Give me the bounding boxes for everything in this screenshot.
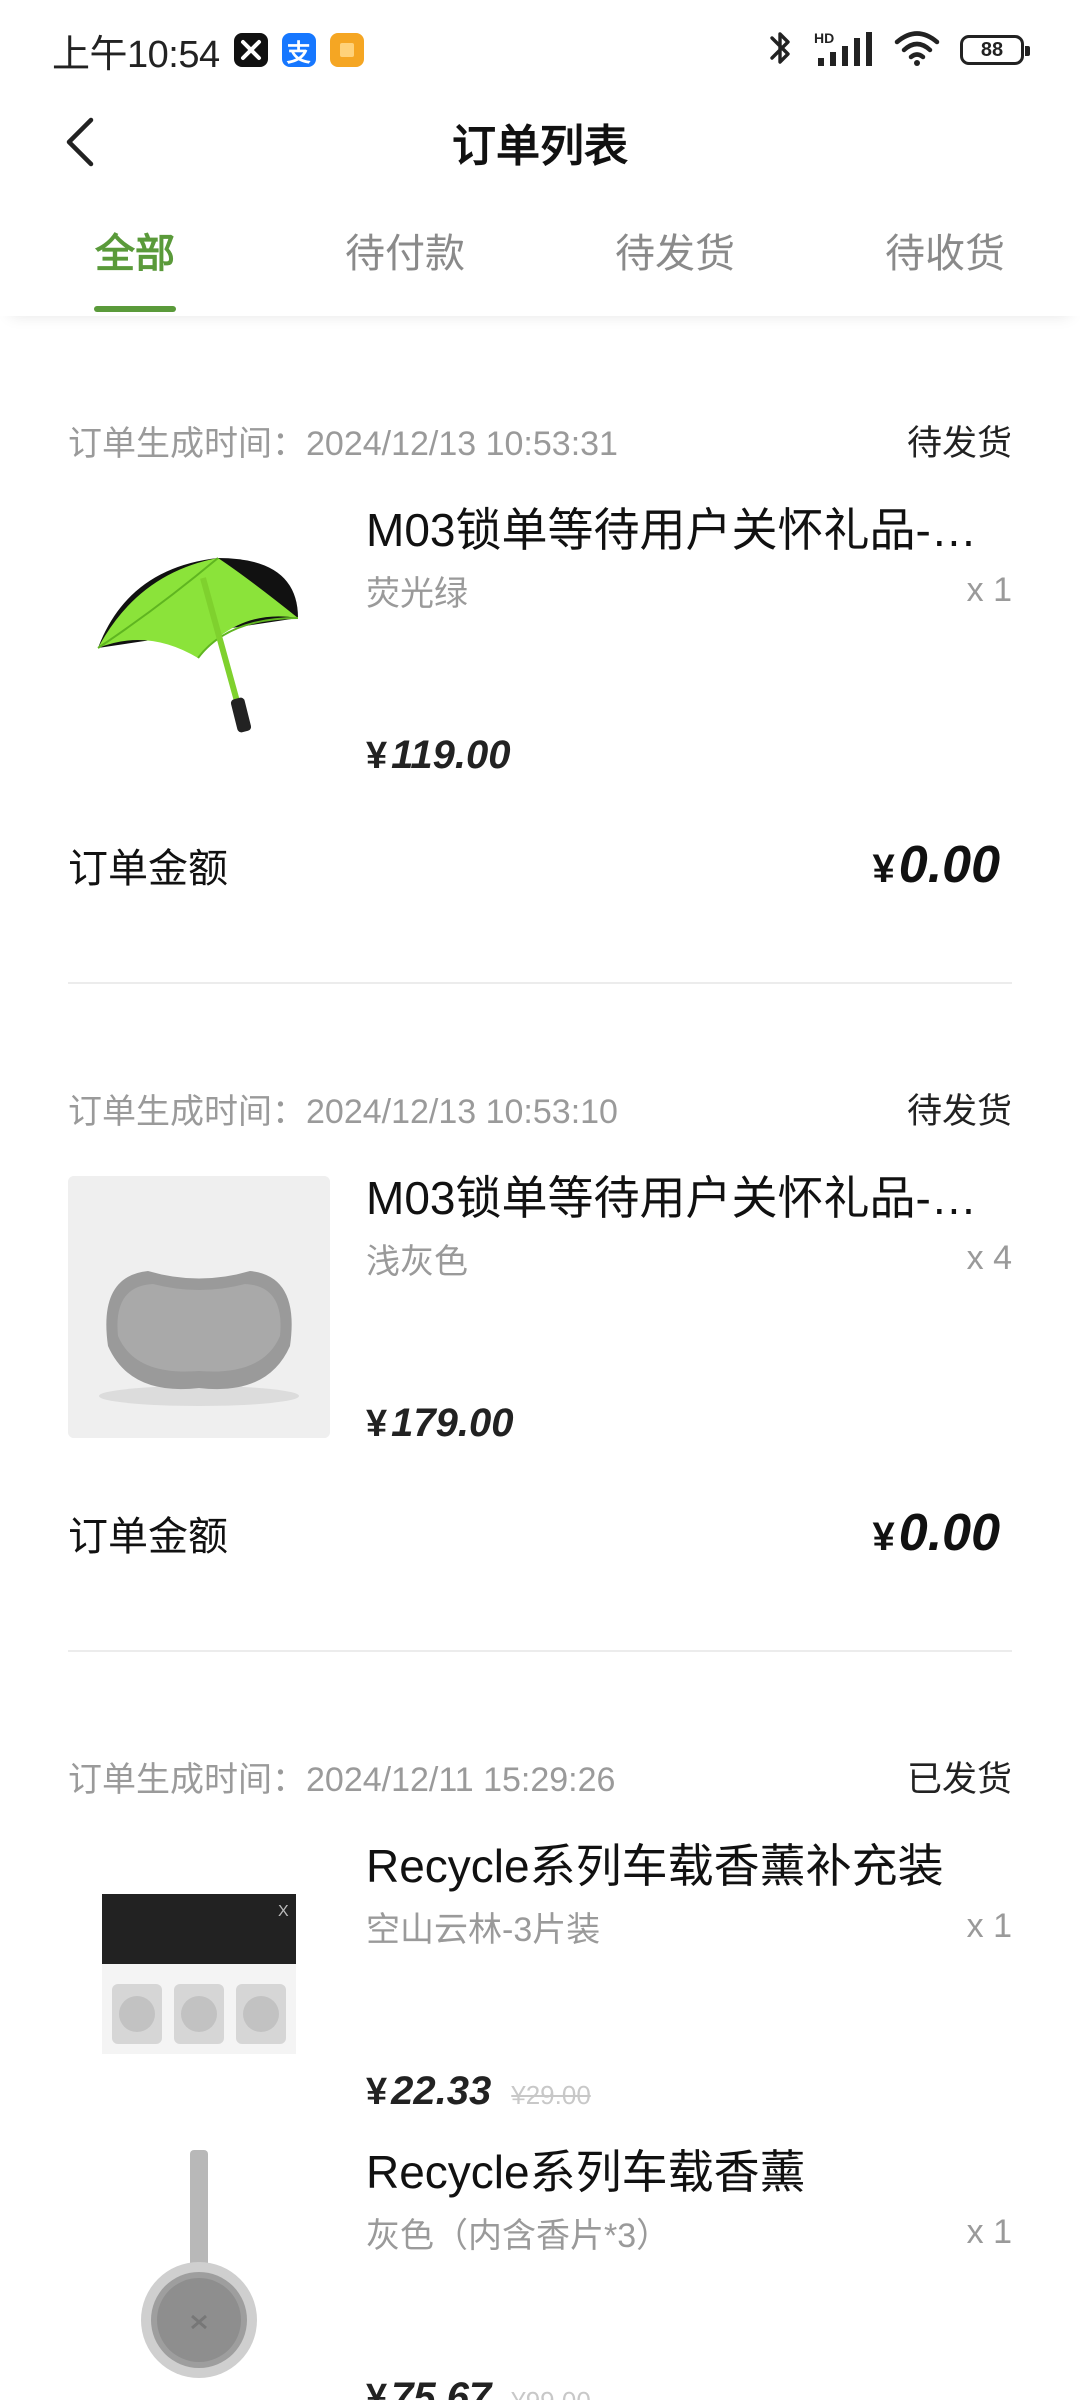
original-price: ¥99.00 xyxy=(511,2386,591,2400)
original-price: ¥29.00 xyxy=(511,2080,591,2110)
fragrance-refill-image: X xyxy=(68,1844,330,2106)
item-info: Recycle系列车载香薰补充装 空山云林-3片装 x 1 ¥22.33 ¥29… xyxy=(366,1840,1012,2113)
order-total-value: 0.00 xyxy=(898,1504,1000,1562)
tab-label: 待发货 xyxy=(615,232,735,276)
x-app-icon xyxy=(233,33,268,67)
item-name: Recycle系列车载香薰补充装 xyxy=(366,1840,944,1892)
item-price-value: 179.00 xyxy=(391,1401,514,1445)
item-spec-row: 灰色（内含香片*3） x 1 xyxy=(366,2208,1012,2257)
item-info: M03锁单等待用户关怀礼品-直柄伞 荧光绿 x 1 ¥119.00 xyxy=(366,504,1012,777)
wifi-icon xyxy=(894,29,940,72)
svg-text:X: X xyxy=(278,1903,289,1920)
page-title: 订单列表 xyxy=(452,122,628,171)
order-list: 订单生成时间：2024/12/13 10:53:31 待发货 M03锁单等待用户… xyxy=(0,316,1080,2400)
tab-pending-payment[interactable]: 待付款 xyxy=(270,184,540,316)
battery-indicator: 88 xyxy=(960,35,1030,65)
tab-pending-receipt[interactable]: 待收货 xyxy=(810,184,1080,316)
order-item[interactable]: M03锁单等待用户关怀礼品-M03头枕 浅灰色 x 4 ¥179.00 xyxy=(68,1172,1012,1445)
currency-symbol: ¥ xyxy=(366,2071,388,2113)
bluetooth-icon xyxy=(766,28,794,73)
status-bar-left: 上午10:54 支 xyxy=(52,23,364,78)
item-info: Recycle系列车载香薰 灰色（内含香片*3） x 1 ¥75.67 ¥99.… xyxy=(366,2146,1012,2400)
order-card[interactable]: 订单生成时间：2024/12/13 10:53:10 待发货 M03锁单等待用户… xyxy=(68,984,1012,1652)
order-header: 订单生成时间：2024/12/11 15:29:26 已发货 xyxy=(68,1748,1012,1804)
item-price: ¥22.33 ¥29.00 xyxy=(366,2069,591,2114)
order-header: 订单生成时间：2024/12/13 10:53:10 待发货 xyxy=(68,1080,1012,1136)
item-spec-row: 空山云林-3片装 x 1 xyxy=(366,1902,1012,1951)
item-spec-row: 浅灰色 x 4 xyxy=(366,1234,1012,1283)
item-spec: 灰色（内含香片*3） xyxy=(366,2217,671,2255)
order-status: 待发货 xyxy=(906,423,1012,463)
notes-app-icon xyxy=(329,33,364,67)
active-tab-indicator xyxy=(94,306,176,312)
order-card[interactable]: 订单生成时间：2024/12/11 15:29:26 已发货 X Recycle… xyxy=(68,1652,1012,2400)
order-total-value: 0.00 xyxy=(898,836,1000,894)
order-item[interactable]: X Recycle系列车载香薰补充装 空山云林-3片装 x 1 ¥22.33 ¥… xyxy=(68,1840,1012,2113)
item-info: M03锁单等待用户关怀礼品-M03头枕 浅灰色 x 4 ¥179.00 xyxy=(366,1172,1012,1445)
tab-label: 全部 xyxy=(95,232,175,276)
order-status: 待发货 xyxy=(906,1091,1012,1131)
item-price: ¥119.00 xyxy=(366,733,511,778)
tab-all[interactable]: 全部 xyxy=(0,184,270,316)
chevron-left-icon xyxy=(66,117,94,167)
order-header: 订单生成时间：2024/12/13 10:53:31 待发货 xyxy=(68,412,1012,468)
car-fragrance-image xyxy=(68,2150,330,2400)
status-bar-right: HD 88 xyxy=(766,28,1030,73)
status-time: 上午10:54 xyxy=(52,33,220,76)
item-spec: 空山云林-3片装 xyxy=(366,1911,601,1949)
currency-symbol: ¥ xyxy=(872,1515,895,1559)
item-spec: 荧光绿 xyxy=(366,575,468,613)
order-total-amount: ¥0.00 xyxy=(873,835,1000,895)
order-card[interactable]: 订单生成时间：2024/12/13 10:53:31 待发货 M03锁单等待用户… xyxy=(68,316,1012,984)
tab-label: 待付款 xyxy=(345,232,465,276)
order-time: 订单生成时间：2024/12/13 10:53:31 xyxy=(68,424,618,463)
item-quantity: x 4 xyxy=(966,1239,1012,1277)
order-status: 已发货 xyxy=(906,1759,1012,1799)
order-total-row: 订单金额 ¥0.00 xyxy=(68,1488,1012,1578)
item-name: M03锁单等待用户关怀礼品-M03头枕 xyxy=(366,1172,1012,1224)
item-quantity: x 1 xyxy=(966,2213,1012,2251)
order-item[interactable]: Recycle系列车载香薰 灰色（内含香片*3） x 1 ¥75.67 ¥99.… xyxy=(68,2146,1012,2400)
currency-symbol: ¥ xyxy=(366,1403,388,1445)
item-quantity: x 1 xyxy=(966,571,1012,609)
order-time: 订单生成时间：2024/12/11 15:29:26 xyxy=(68,1760,616,1799)
order-item[interactable]: M03锁单等待用户关怀礼品-直柄伞 荧光绿 x 1 ¥119.00 xyxy=(68,504,1012,777)
alipay-glyph: 支 xyxy=(286,39,311,67)
item-price-value: 119.00 xyxy=(391,733,511,777)
item-price: ¥179.00 xyxy=(366,1401,513,1446)
item-name: M03锁单等待用户关怀礼品-直柄伞 xyxy=(366,504,1012,556)
alipay-icon: 支 xyxy=(281,33,316,67)
order-total-amount: ¥0.00 xyxy=(873,1503,1000,1563)
currency-symbol: ¥ xyxy=(366,735,388,777)
item-price-value: 22.33 xyxy=(391,2069,492,2113)
item-name: Recycle系列车载香薰 xyxy=(366,2146,806,2198)
order-time: 订单生成时间：2024/12/13 10:53:10 xyxy=(68,1092,618,1131)
order-tabs: 全部 待付款 待发货 待收货 xyxy=(0,184,1080,316)
item-spec: 浅灰色 xyxy=(366,1243,468,1281)
status-bar: 上午10:54 支 HD 88 xyxy=(0,0,1080,100)
order-total-row: 订单金额 ¥0.00 xyxy=(68,820,1012,910)
back-button[interactable] xyxy=(52,114,108,170)
item-spec-row: 荧光绿 x 1 xyxy=(366,566,1012,615)
headrest-pillow-image xyxy=(68,1176,330,1438)
item-price-value: 75.67 xyxy=(391,2375,492,2400)
item-price: ¥75.67 ¥99.00 xyxy=(366,2375,591,2400)
item-quantity: x 1 xyxy=(966,1907,1012,1945)
tab-pending-shipment[interactable]: 待发货 xyxy=(540,184,810,316)
order-total-label: 订单金额 xyxy=(68,1515,228,1559)
cellular-signal-icon: HD xyxy=(814,30,874,70)
order-total-label: 订单金额 xyxy=(68,847,228,891)
currency-symbol: ¥ xyxy=(366,2377,388,2400)
umbrella-image xyxy=(68,508,330,770)
tab-label: 待收货 xyxy=(885,232,1005,276)
nav-bar: 订单列表 xyxy=(0,100,1080,184)
currency-symbol: ¥ xyxy=(872,847,895,891)
